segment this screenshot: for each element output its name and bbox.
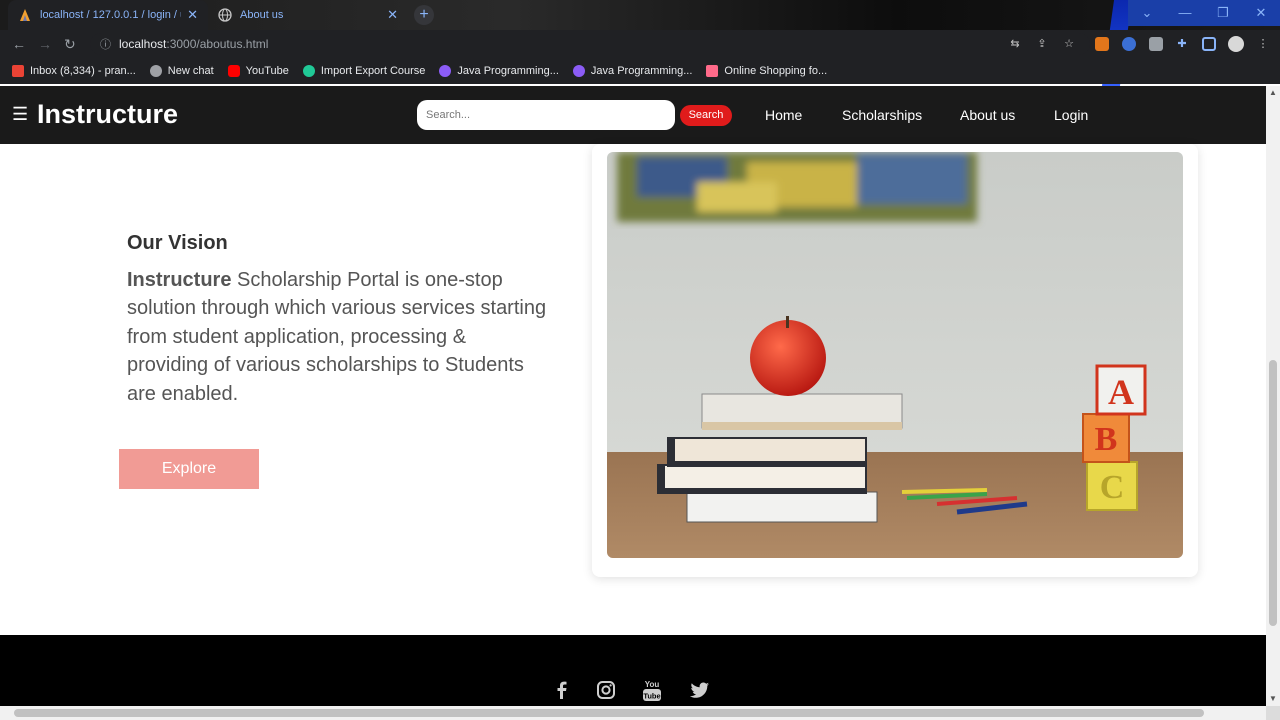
chatgpt-icon [149, 65, 162, 77]
svg-text:A: A [1108, 372, 1134, 412]
site-navbar: ☰ Instructure Search Home Scholarships A… [0, 86, 1266, 144]
vertical-scroll-thumb[interactable] [1269, 360, 1277, 626]
bookmark-online-shopping[interactable]: Online Shopping fo... [706, 65, 827, 77]
bookmark-label: YouTube [245, 65, 289, 77]
svg-text:You: You [645, 680, 660, 689]
close-tab-icon[interactable]: ✕ [387, 7, 398, 23]
about-section: Our Vision Instructure Scholarship Porta… [0, 144, 1266, 635]
java-icon [572, 65, 585, 77]
nav-login[interactable]: Login [1054, 107, 1088, 123]
back-arrow-icon[interactable]: ← [12, 36, 26, 52]
bookmark-label: Java Programming... [590, 65, 693, 77]
horizontal-scrollbar[interactable] [0, 706, 1266, 720]
vision-image-card: C B A [592, 144, 1198, 577]
minimize-icon[interactable]: — [1166, 0, 1204, 26]
svg-text:B: B [1095, 421, 1118, 458]
bookmark-label: Online Shopping fo... [724, 65, 828, 77]
vision-brand-bold: Instructure [127, 269, 232, 291]
bookmark-label: Java Programming... [457, 65, 559, 77]
close-tab-icon[interactable]: ✕ [187, 7, 198, 23]
nav-about-us[interactable]: About us [960, 107, 1015, 123]
browser-tab-strip: localhost / 127.0.0.1 / login / use ✕ Ab… [0, 0, 1280, 86]
bookmark-import-export[interactable]: Import Export Course [302, 65, 426, 77]
extension-icon[interactable] [1149, 37, 1163, 51]
new-tab-button[interactable]: + [414, 5, 434, 25]
bookmark-gmail[interactable]: Inbox (8,334) - pran... [12, 65, 136, 77]
url-path: :3000/aboutus.html [166, 37, 269, 51]
scroll-down-icon[interactable]: ▼ [1269, 694, 1277, 703]
phpmyadmin-icon [20, 9, 30, 21]
close-window-icon[interactable]: ✕ [1242, 0, 1280, 26]
explore-button[interactable]: Explore [119, 449, 259, 489]
tab-title: About us [240, 9, 284, 21]
page-viewport: ☰ Instructure Search Home Scholarships A… [0, 86, 1266, 706]
shopping-icon [706, 65, 719, 77]
url-host: localhost [119, 37, 167, 51]
nav-home[interactable]: Home [765, 107, 802, 123]
bookmark-java-2[interactable]: Java Programming... [572, 65, 693, 77]
address-bar[interactable]: ⓘ localhost :3000/aboutus.html [90, 33, 1090, 55]
youtube-icon[interactable]: You Tube [642, 678, 662, 702]
site-info-icon[interactable]: ⓘ [100, 36, 111, 52]
vision-description: Instructure Scholarship Portal is one-st… [127, 266, 547, 408]
menu-kebab-icon[interactable]: ⋮ [1256, 37, 1270, 51]
metamask-icon[interactable] [1095, 37, 1109, 51]
bookmark-new-chat[interactable]: New chat [149, 65, 214, 77]
site-footer: You Tube [0, 635, 1266, 706]
java-icon [439, 65, 452, 77]
browser-tab-active[interactable]: localhost / 127.0.0.1 / login / use ✕ [8, 0, 208, 30]
tab-title: localhost / 127.0.0.1 / login / use [40, 9, 181, 21]
instagram-icon[interactable] [596, 680, 616, 700]
vision-title: Our Vision [127, 232, 228, 254]
profile-avatar[interactable] [1228, 36, 1244, 52]
books-apple-photo: C B A [607, 152, 1183, 558]
scroll-up-icon[interactable]: ▲ [1269, 88, 1277, 97]
search-input[interactable] [417, 100, 675, 130]
svg-text:Tube: Tube [643, 692, 660, 701]
translate-icon[interactable]: ⇆ [1008, 37, 1022, 51]
vertical-scrollbar[interactable]: ▲ ▼ [1266, 86, 1280, 706]
svg-text:C: C [1100, 469, 1125, 506]
search-button[interactable]: Search [680, 105, 732, 126]
hamburger-menu-icon[interactable]: ☰ [12, 104, 28, 125]
facebook-icon[interactable] [552, 680, 572, 700]
browser-toolbar: ← → ↻ ⓘ localhost :3000/aboutus.html ⇆ ⇪… [0, 30, 1280, 58]
bookmark-label: New chat [167, 65, 214, 77]
course-icon [302, 65, 315, 77]
maximize-icon[interactable]: ❐ [1204, 0, 1242, 26]
youtube-icon [227, 65, 240, 77]
reload-icon[interactable]: ↻ [64, 36, 76, 53]
bookmark-label: Inbox (8,334) - pran... [30, 65, 136, 77]
twitter-icon[interactable] [690, 680, 710, 700]
bookmark-label: Import Export Course [320, 65, 426, 77]
bookmark-java-1[interactable]: Java Programming... [439, 65, 559, 77]
extension-shield-icon[interactable] [1122, 37, 1136, 51]
sidepanel-icon[interactable] [1202, 37, 1216, 51]
gmail-icon [12, 65, 24, 77]
site-brand[interactable]: Instructure [37, 99, 178, 130]
tab-search-icon[interactable]: ⌄ [1128, 0, 1166, 26]
horizontal-scroll-thumb[interactable] [14, 709, 1204, 717]
nav-scholarships[interactable]: Scholarships [842, 107, 922, 123]
forward-arrow-icon[interactable]: → [38, 36, 52, 52]
browser-tab-about[interactable]: About us ✕ [208, 0, 408, 30]
share-icon[interactable]: ⇪ [1035, 37, 1049, 51]
bookmarks-bar: Inbox (8,334) - pran... New chat YouTube… [0, 58, 1280, 84]
puzzle-icon[interactable]: ✚ [1175, 37, 1189, 51]
bookmark-youtube[interactable]: YouTube [227, 65, 289, 77]
bookmark-star-icon[interactable]: ☆ [1062, 37, 1076, 51]
globe-icon [218, 8, 232, 22]
scrollbar-corner [1266, 706, 1280, 720]
